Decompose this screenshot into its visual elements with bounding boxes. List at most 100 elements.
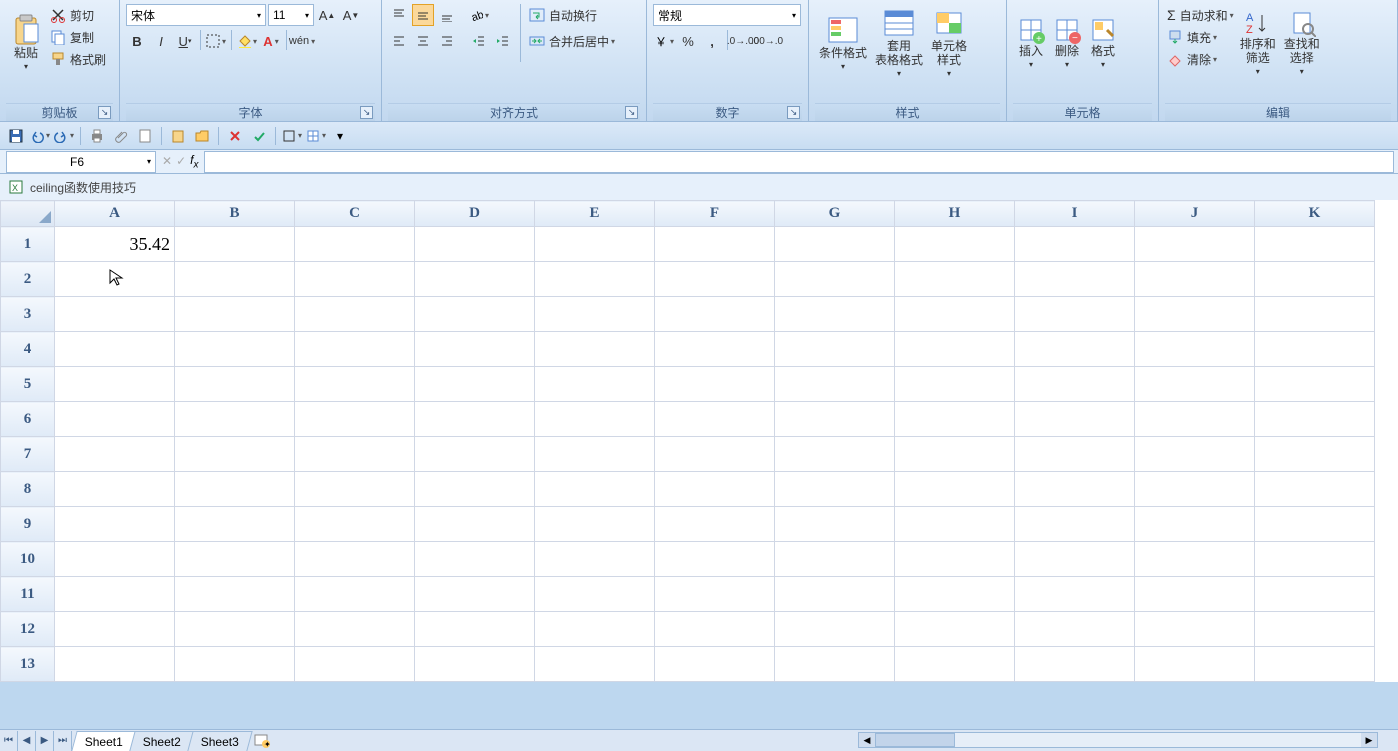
cell[interactable] <box>415 227 535 262</box>
column-header[interactable]: K <box>1255 201 1375 227</box>
cell[interactable] <box>775 612 895 647</box>
qat-cancel-button[interactable] <box>225 126 245 146</box>
tab-nav-last[interactable]: ⏭ <box>54 731 72 751</box>
tab-nav-prev[interactable]: ◀ <box>18 731 36 751</box>
align-top-button[interactable] <box>388 4 410 26</box>
cell[interactable] <box>175 647 295 682</box>
qat-border-button[interactable] <box>282 126 302 146</box>
cell[interactable] <box>175 332 295 367</box>
sort-filter-button[interactable]: AZ排序和 筛选▾ <box>1236 4 1280 84</box>
cell[interactable] <box>295 612 415 647</box>
cell[interactable] <box>1015 297 1135 332</box>
cell[interactable] <box>1135 402 1255 437</box>
cell[interactable] <box>655 262 775 297</box>
copy-button[interactable]: 复制 <box>48 26 108 48</box>
cell[interactable] <box>175 472 295 507</box>
cell[interactable] <box>895 542 1015 577</box>
column-header[interactable]: B <box>175 201 295 227</box>
cell[interactable] <box>895 612 1015 647</box>
border-button[interactable] <box>205 30 227 52</box>
row-header[interactable]: 5 <box>1 367 55 402</box>
cell[interactable] <box>655 577 775 612</box>
bold-button[interactable]: B <box>126 30 148 52</box>
cell[interactable] <box>415 577 535 612</box>
cell[interactable] <box>55 262 175 297</box>
cell[interactable] <box>295 507 415 542</box>
cell[interactable] <box>1015 612 1135 647</box>
row-header[interactable]: 8 <box>1 472 55 507</box>
cell[interactable] <box>175 227 295 262</box>
cell[interactable] <box>1015 332 1135 367</box>
decrease-font-button[interactable]: A▼ <box>340 4 362 26</box>
clear-button[interactable]: 清除 <box>1165 48 1236 70</box>
column-header[interactable]: J <box>1135 201 1255 227</box>
fx-button[interactable]: fx <box>190 153 198 170</box>
cell[interactable] <box>175 367 295 402</box>
sheet-tab[interactable]: Sheet1 <box>71 731 136 751</box>
cell[interactable] <box>1015 227 1135 262</box>
phonetic-button[interactable]: wén <box>291 30 313 52</box>
cell[interactable] <box>775 437 895 472</box>
column-header[interactable]: I <box>1015 201 1135 227</box>
align-launcher[interactable]: ↘ <box>625 106 638 119</box>
cell[interactable] <box>775 332 895 367</box>
cell[interactable] <box>55 647 175 682</box>
select-all-corner[interactable] <box>1 201 55 227</box>
cell[interactable] <box>655 507 775 542</box>
tab-nav-first[interactable]: ⏮ <box>0 731 18 751</box>
row-header[interactable]: 10 <box>1 542 55 577</box>
cell[interactable] <box>1015 577 1135 612</box>
cell[interactable] <box>1015 437 1135 472</box>
column-header[interactable]: D <box>415 201 535 227</box>
cell[interactable] <box>1255 437 1375 472</box>
cell[interactable] <box>775 507 895 542</box>
cell[interactable] <box>535 227 655 262</box>
new-sheet-button[interactable]: ✦ <box>250 734 274 748</box>
cell[interactable] <box>1015 402 1135 437</box>
cell[interactable] <box>775 227 895 262</box>
qat-table-button[interactable] <box>306 126 326 146</box>
qat-more-button[interactable]: ▾ <box>330 126 350 146</box>
cell[interactable] <box>535 297 655 332</box>
qat-redo-button[interactable] <box>54 126 74 146</box>
cell[interactable] <box>295 402 415 437</box>
cell[interactable] <box>175 437 295 472</box>
delete-cells-button[interactable]: −删除▾ <box>1049 4 1085 84</box>
cell[interactable] <box>55 542 175 577</box>
cell[interactable] <box>775 577 895 612</box>
cell[interactable] <box>775 542 895 577</box>
cell[interactable] <box>895 367 1015 402</box>
insert-cells-button[interactable]: +插入▾ <box>1013 4 1049 84</box>
qat-undo-button[interactable] <box>30 126 50 146</box>
cell[interactable] <box>175 297 295 332</box>
cell[interactable] <box>295 472 415 507</box>
cell[interactable] <box>655 402 775 437</box>
cell[interactable] <box>415 402 535 437</box>
cell[interactable] <box>1135 262 1255 297</box>
cell[interactable] <box>1255 367 1375 402</box>
cut-button[interactable]: 剪切 <box>48 4 108 26</box>
horizontal-scrollbar[interactable]: ◀ ▶ <box>858 732 1378 748</box>
row-header[interactable]: 6 <box>1 402 55 437</box>
orientation-button[interactable]: ab <box>468 4 490 26</box>
cell[interactable] <box>415 367 535 402</box>
cell[interactable] <box>295 437 415 472</box>
cell[interactable] <box>895 507 1015 542</box>
cell[interactable] <box>775 472 895 507</box>
cell[interactable] <box>775 262 895 297</box>
cell[interactable] <box>1135 507 1255 542</box>
find-select-button[interactable]: 查找和 选择▾ <box>1280 4 1324 84</box>
cell[interactable] <box>1015 367 1135 402</box>
cell-styles-button[interactable]: 单元格 样式▾ <box>927 4 971 84</box>
row-header[interactable]: 7 <box>1 437 55 472</box>
cell[interactable] <box>1255 472 1375 507</box>
cell[interactable] <box>295 542 415 577</box>
row-header[interactable]: 3 <box>1 297 55 332</box>
cell[interactable] <box>415 507 535 542</box>
cell[interactable] <box>55 612 175 647</box>
cell[interactable] <box>175 402 295 437</box>
cell[interactable] <box>1255 577 1375 612</box>
increase-indent-button[interactable] <box>492 30 514 52</box>
format-painter-button[interactable]: 格式刷 <box>48 48 108 70</box>
font-color-button[interactable]: A <box>260 30 282 52</box>
